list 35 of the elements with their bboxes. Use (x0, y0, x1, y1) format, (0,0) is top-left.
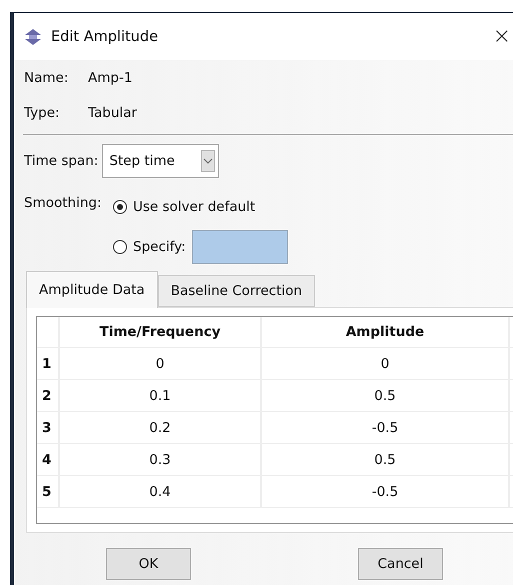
name-value: Amp-1 (88, 70, 132, 86)
time-span-dropdown[interactable]: Step time (102, 144, 220, 178)
row-number: 5 (37, 476, 60, 507)
table-cell[interactable]: 0.2 (60, 412, 262, 443)
table-cell[interactable]: 0 (262, 348, 510, 379)
row-number: 1 (37, 348, 60, 379)
radio-option[interactable]: Specify: (113, 239, 186, 255)
table-cell[interactable]: -0.5 (262, 476, 510, 507)
column-header: Time/Frequency (60, 317, 262, 347)
table-cell[interactable]: 0.3 (60, 444, 262, 475)
tab[interactable]: Amplitude Data (26, 271, 158, 308)
row-number: 4 (37, 444, 60, 475)
specify-field[interactable] (192, 230, 288, 264)
dialog-button[interactable]: Cancel (358, 548, 443, 580)
close-button[interactable]: × (492, 24, 513, 49)
radio-option[interactable]: Use solver default (113, 199, 256, 215)
caret-icon (201, 150, 216, 172)
up-down-arrows-icon (24, 28, 42, 44)
table-cell[interactable]: 0 (60, 348, 262, 379)
type-value: Tabular (88, 104, 137, 120)
table-cell[interactable]: 0.5 (262, 380, 510, 411)
table-cell[interactable]: 0.5 (262, 444, 510, 475)
row-number: 2 (37, 380, 60, 411)
table-cell[interactable]: -0.5 (262, 412, 510, 443)
table-cell[interactable]: 0.4 (60, 476, 262, 507)
window-title: Edit Amplitude (51, 28, 159, 44)
time-span-label: Time span: (24, 153, 98, 169)
dialog-button[interactable]: OK (106, 548, 191, 580)
column-header: Amplitude (262, 317, 510, 347)
table-cell[interactable]: 0.1 (60, 380, 262, 411)
type-label: Type: (24, 104, 61, 120)
name-label: Name: (24, 70, 70, 86)
tab[interactable]: Baseline Correction (158, 275, 316, 307)
row-number: 3 (37, 412, 60, 443)
smoothing-label: Smoothing: (24, 195, 103, 213)
